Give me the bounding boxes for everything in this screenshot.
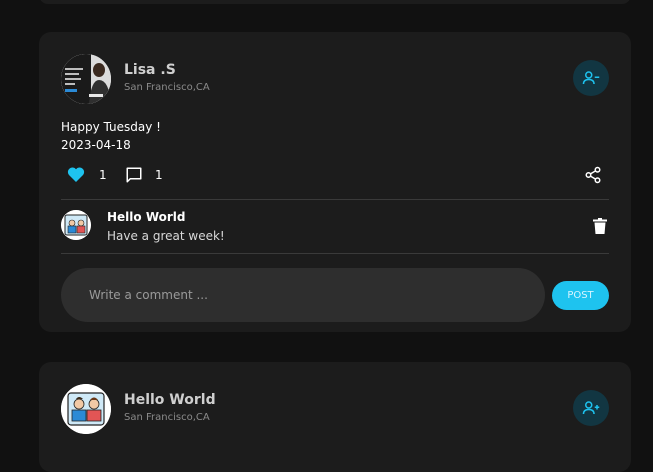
comment-button[interactable]: 1: [125, 166, 163, 184]
post-comment-button[interactable]: POST: [552, 281, 609, 310]
comment-author[interactable]: Hello World: [107, 210, 186, 224]
post-date: 2023-04-18: [61, 138, 131, 152]
share-icon: [585, 166, 601, 184]
comment-input[interactable]: [61, 268, 545, 322]
divider: [61, 199, 609, 200]
user-plus-icon: [582, 401, 600, 415]
like-count: 1: [99, 167, 107, 182]
unfollow-button[interactable]: [573, 60, 609, 96]
divider: [61, 253, 609, 254]
post-card: Lisa .S San Francisco,CA Happy Tuesday !…: [39, 32, 631, 332]
follow-button[interactable]: [573, 390, 609, 426]
comment-author-avatar[interactable]: [61, 210, 91, 240]
post-card: Hello World San Francisco,CA: [39, 362, 631, 472]
trash-icon: [593, 218, 607, 234]
like-button[interactable]: 1: [67, 166, 107, 183]
author-avatar[interactable]: [61, 54, 111, 104]
author-name[interactable]: Hello World: [124, 392, 216, 408]
heart-icon: [67, 167, 85, 182]
share-button[interactable]: [584, 166, 602, 184]
author-avatar[interactable]: [61, 384, 111, 434]
comment-text: Have a great week!: [107, 229, 225, 243]
comment-count: 1: [155, 168, 163, 182]
author-name[interactable]: Lisa .S: [124, 62, 176, 78]
post-card-previous: [39, 0, 631, 4]
author-location: San Francisco,CA: [124, 412, 210, 423]
author-location: San Francisco,CA: [124, 82, 210, 93]
comment-icon: [126, 167, 142, 183]
post-text: Happy Tuesday !: [61, 120, 161, 134]
user-minus-icon: [582, 71, 600, 85]
delete-comment-button[interactable]: [593, 218, 607, 234]
